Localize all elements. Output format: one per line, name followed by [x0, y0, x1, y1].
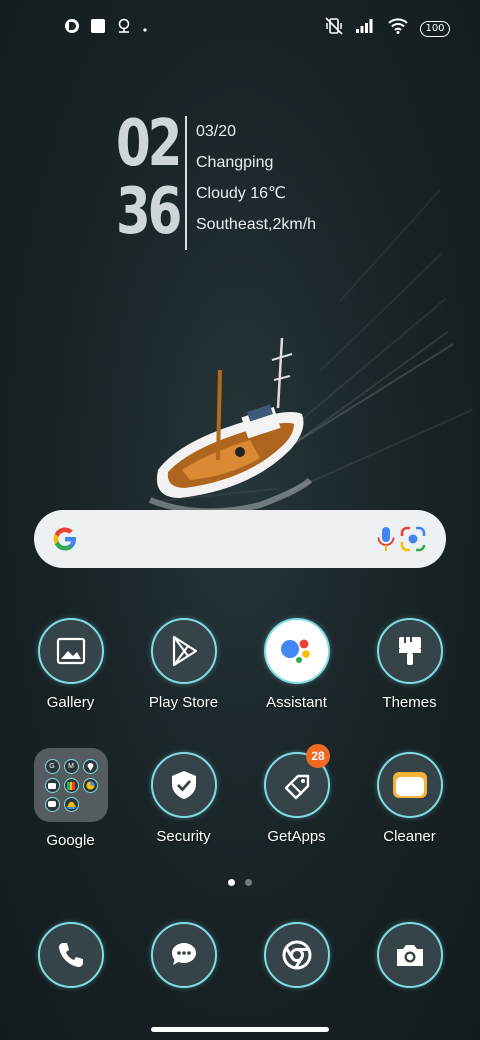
camera-icon — [376, 922, 443, 988]
dock-messages[interactable] — [127, 922, 240, 988]
youtube-mini-icon — [44, 777, 60, 793]
location-notification-icon — [116, 18, 132, 39]
app-label: Play Store — [148, 694, 219, 711]
wind-label: Southeast,2km/h — [196, 216, 317, 233]
chrome-icon — [263, 922, 330, 988]
app-label: Cleaner — [383, 828, 436, 845]
dock-phone[interactable] — [14, 922, 127, 988]
play-store-icon — [150, 618, 217, 684]
drive-mini-icon — [63, 796, 79, 812]
app-label: GetApps — [267, 828, 326, 845]
paint-brush-icon — [376, 618, 443, 684]
app-label: Google — [46, 832, 95, 849]
status-bar: 100 — [0, 0, 480, 56]
app-label: Gallery — [46, 694, 95, 711]
google-search-bar[interactable] — [34, 510, 446, 568]
vibrate-icon — [324, 17, 344, 40]
app-play-store[interactable]: Play Store — [127, 618, 240, 711]
square-notification-icon — [90, 18, 106, 39]
microphone-icon[interactable] — [376, 526, 396, 557]
folder-google[interactable]: G M Google — [14, 748, 127, 849]
page-indicator[interactable] — [228, 879, 252, 886]
app-gallery[interactable]: Gallery — [14, 618, 127, 711]
app-label: Assistant — [266, 694, 327, 711]
app-label: Security — [156, 828, 211, 845]
notification-badge: 28 — [306, 744, 330, 768]
google-lens-icon[interactable] — [400, 526, 426, 557]
assistant-icon — [263, 618, 330, 684]
shield-check-icon — [150, 752, 217, 818]
signal-icon — [356, 19, 376, 38]
dock-camera[interactable] — [353, 922, 466, 988]
dock-chrome[interactable] — [240, 922, 353, 988]
weather-info: 03/20 Changping Cloudy 16℃ Southeast,2km… — [196, 116, 316, 240]
app-cleaner[interactable]: Cleaner — [353, 752, 466, 845]
phone-icon — [37, 922, 104, 988]
gmail-mini-icon: M — [63, 758, 79, 774]
app-notification-icon — [64, 18, 80, 39]
gallery-icon — [37, 618, 104, 684]
home-gesture-bar[interactable] — [151, 1027, 329, 1032]
weather-label: Cloudy 16℃ — [196, 185, 287, 202]
app-getapps[interactable]: 28 GetApps — [240, 744, 353, 845]
pay-mini-icon — [63, 777, 79, 793]
dot-icon — [142, 20, 148, 38]
folder-icon: G M — [33, 748, 108, 822]
google-mini-icon: G — [44, 758, 60, 774]
wifi-icon — [388, 18, 408, 39]
clock-minute: 36 — [116, 175, 182, 249]
battery-indicator: 100 — [420, 20, 450, 37]
messages-mini-icon — [44, 796, 60, 812]
clock-divider — [185, 116, 187, 250]
app-assistant[interactable]: Assistant — [240, 618, 353, 711]
clock-digits: 02 36 — [116, 112, 182, 244]
app-themes[interactable]: Themes — [353, 618, 466, 711]
date-label: 03/20 — [196, 123, 237, 140]
page-dot — [245, 879, 252, 886]
messages-icon — [150, 922, 217, 988]
clock-hour: 02 — [116, 107, 182, 181]
maps-mini-icon — [82, 758, 98, 774]
google-logo-icon — [50, 524, 80, 559]
app-label: Themes — [382, 694, 437, 711]
photos-mini-icon — [82, 777, 98, 793]
page-dot-active — [228, 879, 235, 886]
cleaner-icon — [376, 752, 443, 818]
location-label: Changping — [196, 154, 274, 171]
app-security[interactable]: Security — [127, 752, 240, 845]
boat-wallpaper-image — [140, 330, 340, 525]
